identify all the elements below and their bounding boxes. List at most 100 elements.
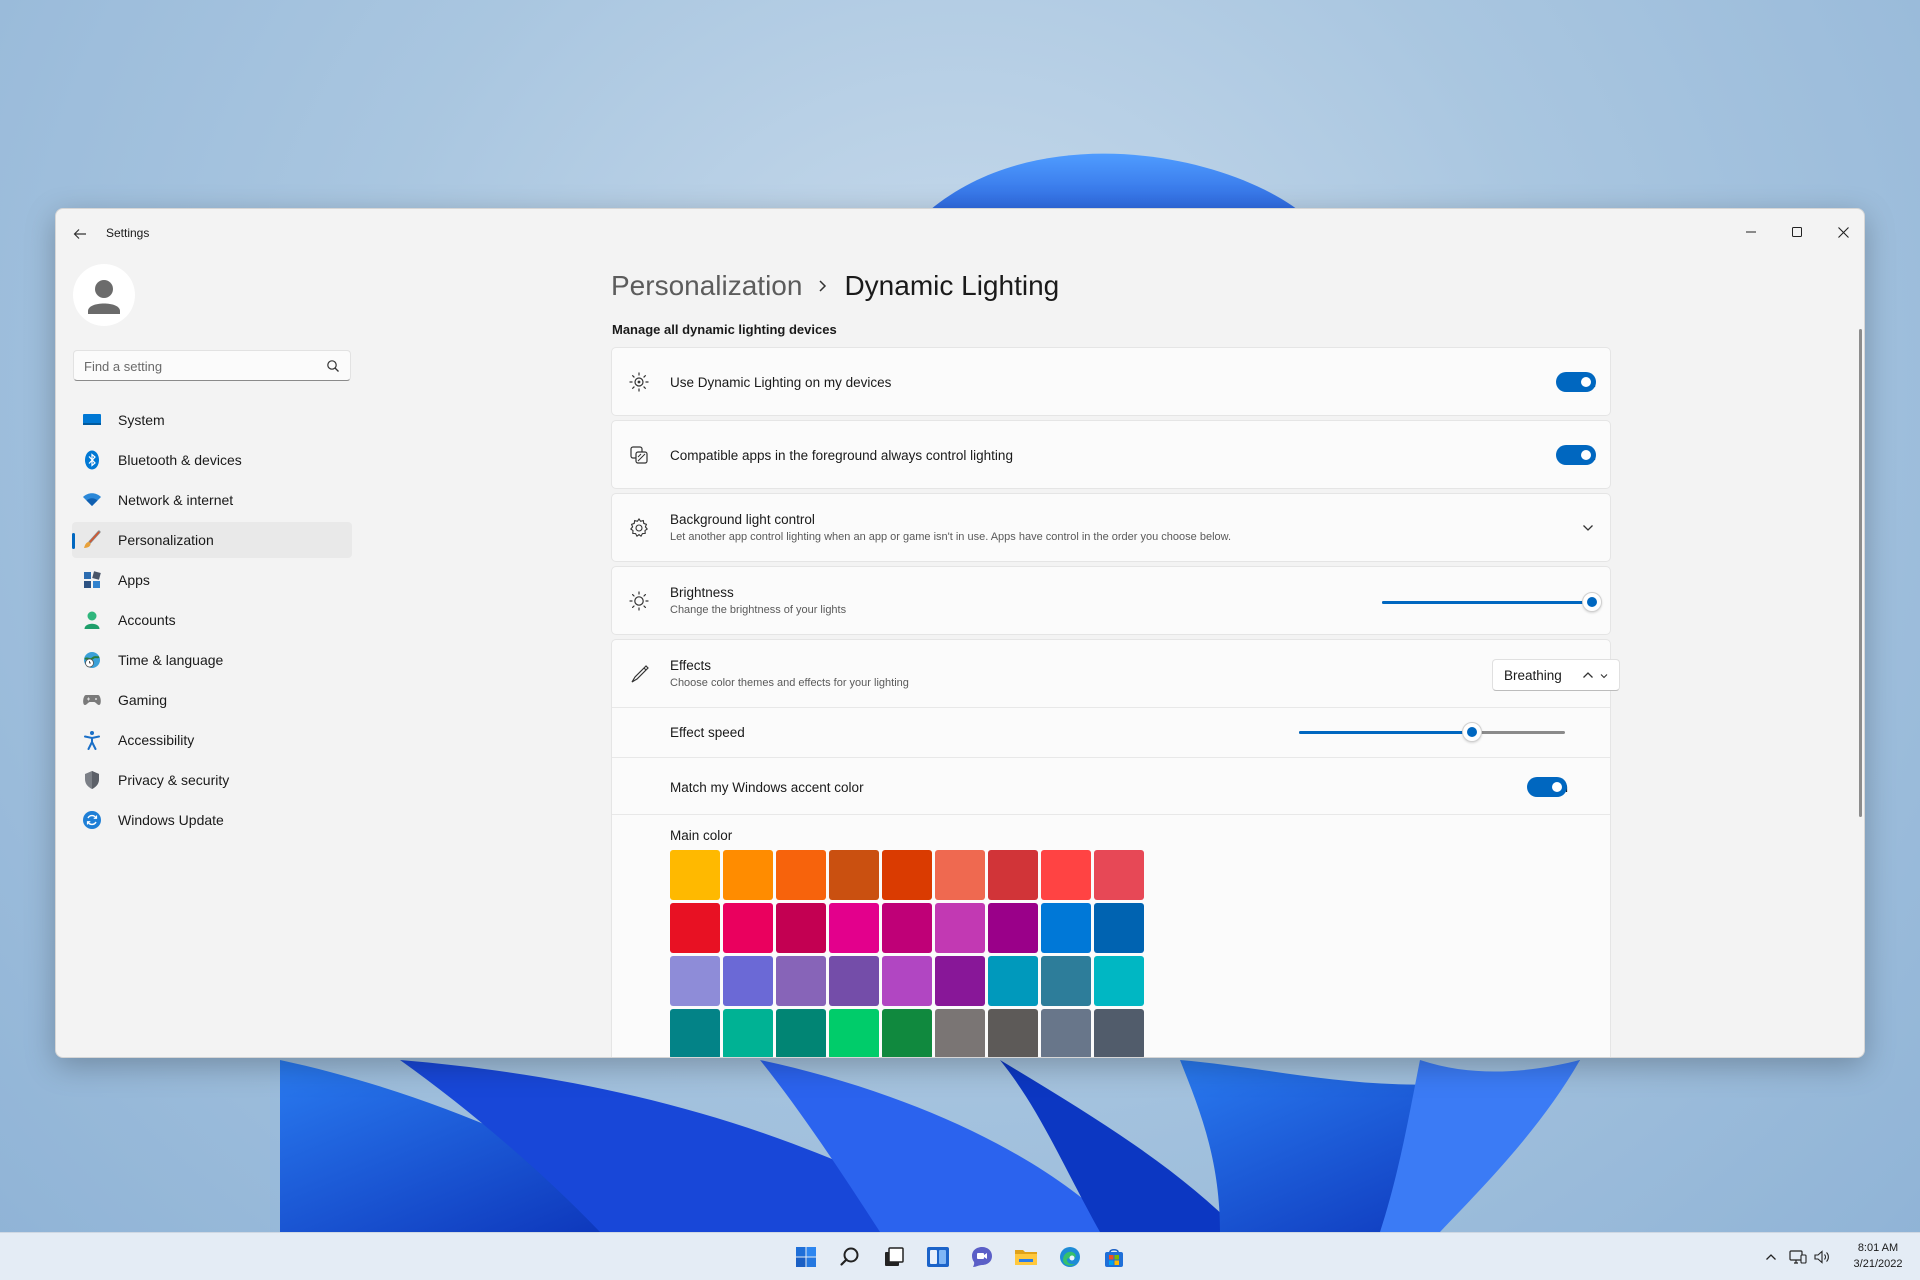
store-icon: [1105, 1248, 1123, 1267]
effects-dropdown[interactable]: Breathing: [1492, 659, 1620, 691]
color-swatch[interactable]: [829, 903, 879, 953]
breadcrumb: Personalization Dynamic Lighting: [611, 264, 1059, 308]
color-swatch[interactable]: [988, 1009, 1038, 1057]
color-swatch[interactable]: [1094, 1009, 1144, 1057]
show-hidden-icons-button[interactable]: [1761, 1247, 1781, 1267]
divider: [612, 814, 1610, 815]
accent-color-toggle[interactable]: [1527, 777, 1567, 797]
color-swatch[interactable]: [1094, 956, 1144, 1006]
color-swatch[interactable]: [882, 956, 932, 1006]
close-button[interactable]: [1820, 215, 1864, 249]
sidebar-item-time-language[interactable]: Time & language: [72, 642, 352, 678]
search-input[interactable]: [84, 356, 314, 376]
color-swatch[interactable]: [882, 1009, 932, 1057]
back-button[interactable]: [66, 223, 94, 245]
color-swatch[interactable]: [829, 1009, 879, 1057]
minimize-button[interactable]: [1728, 215, 1774, 249]
color-swatch[interactable]: [723, 850, 773, 900]
color-swatch[interactable]: [776, 850, 826, 900]
color-swatch[interactable]: [935, 850, 985, 900]
color-swatch[interactable]: [935, 903, 985, 953]
maximize-button[interactable]: [1774, 215, 1820, 249]
search-box[interactable]: [73, 350, 351, 381]
foreground-apps-toggle[interactable]: [1556, 445, 1596, 465]
effect-speed-slider[interactable]: [1299, 722, 1565, 742]
sidebar-item-system[interactable]: System: [72, 402, 352, 438]
color-swatch[interactable]: [935, 1009, 985, 1057]
breadcrumb-parent[interactable]: Personalization: [611, 270, 802, 302]
color-swatch[interactable]: [670, 903, 720, 953]
sidebar-item-label: Personalization: [118, 532, 214, 548]
sidebar-nav: System Bluetooth & devices Network & int…: [72, 402, 352, 842]
color-swatch[interactable]: [670, 956, 720, 1006]
color-swatch[interactable]: [829, 850, 879, 900]
color-swatch[interactable]: [882, 850, 932, 900]
sidebar-item-privacy[interactable]: Privacy & security: [72, 762, 352, 798]
taskbar-search-button[interactable]: [833, 1241, 867, 1273]
color-swatch[interactable]: [776, 956, 826, 1006]
task-view-button[interactable]: [877, 1241, 911, 1273]
volume-tray-button[interactable]: [1812, 1247, 1832, 1267]
scrollbar[interactable]: [1859, 329, 1862, 817]
chevron-up-icon[interactable]: [1582, 670, 1594, 680]
color-swatch[interactable]: [1041, 850, 1091, 900]
color-swatch[interactable]: [723, 1009, 773, 1057]
color-swatch[interactable]: [1041, 903, 1091, 953]
sidebar-item-bluetooth[interactable]: Bluetooth & devices: [72, 442, 352, 478]
use-dynamic-lighting-toggle[interactable]: [1556, 372, 1596, 392]
color-swatch[interactable]: [1094, 850, 1144, 900]
speaker-icon: [1814, 1250, 1829, 1264]
sidebar-item-network[interactable]: Network & internet: [72, 482, 352, 518]
widgets-button[interactable]: [921, 1241, 955, 1273]
windows-start-icon: [796, 1247, 816, 1267]
chevron-down-icon: [1600, 674, 1608, 679]
sidebar-item-accessibility[interactable]: Accessibility: [72, 722, 352, 758]
main-color-grid: [670, 850, 1144, 1057]
sidebar-item-gaming[interactable]: Gaming: [72, 682, 352, 718]
brightness-slider[interactable]: [1382, 592, 1602, 612]
search-icon[interactable]: [326, 359, 340, 373]
color-swatch[interactable]: [670, 850, 720, 900]
sidebar-item-apps[interactable]: Apps: [72, 562, 352, 598]
setting-title: Use Dynamic Lighting on my devices: [670, 375, 892, 390]
color-swatch[interactable]: [829, 956, 879, 1006]
sidebar-item-accounts[interactable]: Accounts: [72, 602, 352, 638]
color-swatch[interactable]: [1094, 903, 1144, 953]
sidebar-item-personalization[interactable]: Personalization: [72, 522, 352, 558]
effects-card: Effects Choose color themes and effects …: [611, 639, 1620, 1057]
store-button[interactable]: [1097, 1241, 1131, 1273]
start-button[interactable]: [789, 1241, 823, 1273]
setting-title: Effects: [670, 658, 712, 673]
chat-button[interactable]: [965, 1241, 999, 1273]
edge-button[interactable]: [1053, 1241, 1087, 1273]
color-swatch[interactable]: [1041, 1009, 1091, 1057]
person-icon: [82, 610, 102, 630]
sidebar-item-label: Windows Update: [118, 812, 224, 828]
color-swatch[interactable]: [882, 903, 932, 953]
network-tray-button[interactable]: [1788, 1247, 1808, 1267]
color-swatch[interactable]: [776, 903, 826, 953]
background-light-control-card[interactable]: Background light control Let another app…: [611, 493, 1611, 562]
color-swatch[interactable]: [723, 903, 773, 953]
color-swatch[interactable]: [1041, 956, 1091, 1006]
sidebar-item-label: Time & language: [118, 652, 224, 668]
slider-thumb[interactable]: [1461, 722, 1482, 742]
shield-icon: [82, 770, 102, 790]
user-avatar[interactable]: [73, 264, 135, 326]
color-swatch[interactable]: [776, 1009, 826, 1057]
brightness-icon: [628, 590, 650, 612]
sidebar-item-windows-update[interactable]: Windows Update: [72, 802, 352, 838]
color-swatch[interactable]: [723, 956, 773, 1006]
color-swatch[interactable]: [935, 956, 985, 1006]
setting-subtitle: Let another app control lighting when an…: [670, 531, 1232, 543]
file-explorer-icon: [1015, 1250, 1037, 1265]
slider-thumb[interactable]: [1582, 592, 1602, 612]
gear-icon: [628, 517, 650, 539]
color-swatch[interactable]: [988, 903, 1038, 953]
file-explorer-button[interactable]: [1009, 1241, 1043, 1273]
taskbar-clock[interactable]: 8:01 AM 3/21/2022: [1838, 1240, 1918, 1272]
color-swatch[interactable]: [988, 850, 1038, 900]
color-swatch[interactable]: [670, 1009, 720, 1057]
slider-fill: [1299, 731, 1472, 734]
color-swatch[interactable]: [988, 956, 1038, 1006]
